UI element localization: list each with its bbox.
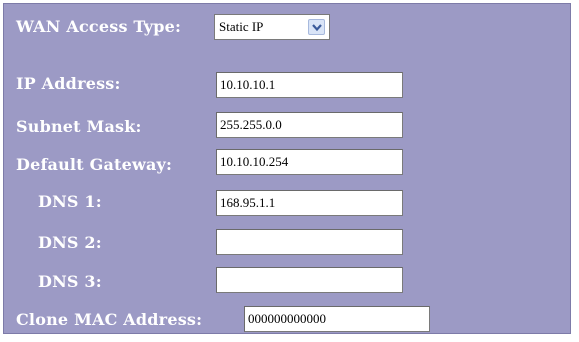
dns1-label: DNS 1: bbox=[38, 192, 102, 211]
ip-address-value: 10.10.10.1 bbox=[220, 77, 276, 92]
dns3-input[interactable] bbox=[216, 267, 403, 293]
subnet-mask-input[interactable]: 255.255.0.0 bbox=[216, 112, 403, 138]
dns3-label: DNS 3: bbox=[38, 272, 102, 291]
chevron-down-icon bbox=[312, 24, 322, 32]
clone-mac-address-input[interactable]: 000000000000 bbox=[244, 306, 430, 332]
clone-mac-address-label: Clone MAC Address: bbox=[16, 310, 203, 329]
wan-access-type-value: Static IP bbox=[219, 19, 264, 34]
subnet-mask-label: Subnet Mask: bbox=[16, 117, 142, 136]
default-gateway-label: Default Gateway: bbox=[16, 155, 173, 174]
default-gateway-value: 10.10.10.254 bbox=[220, 154, 289, 169]
wan-access-type-select[interactable]: Static IP bbox=[214, 14, 330, 40]
dns2-input[interactable] bbox=[216, 229, 403, 255]
dns1-value: 168.95.1.1 bbox=[220, 195, 276, 210]
dropdown-button[interactable] bbox=[308, 19, 325, 35]
ip-address-input[interactable]: 10.10.10.1 bbox=[216, 72, 403, 98]
subnet-mask-value: 255.255.0.0 bbox=[220, 117, 282, 132]
clone-mac-address-value: 000000000000 bbox=[248, 311, 326, 326]
wan-settings-panel: WAN Access Type: Static IP IP Address: 1… bbox=[3, 3, 571, 334]
ip-address-label: IP Address: bbox=[16, 74, 121, 93]
dns2-label: DNS 2: bbox=[38, 233, 102, 252]
default-gateway-input[interactable]: 10.10.10.254 bbox=[216, 149, 403, 175]
wan-access-type-label: WAN Access Type: bbox=[16, 17, 182, 36]
dns1-input[interactable]: 168.95.1.1 bbox=[216, 190, 403, 216]
